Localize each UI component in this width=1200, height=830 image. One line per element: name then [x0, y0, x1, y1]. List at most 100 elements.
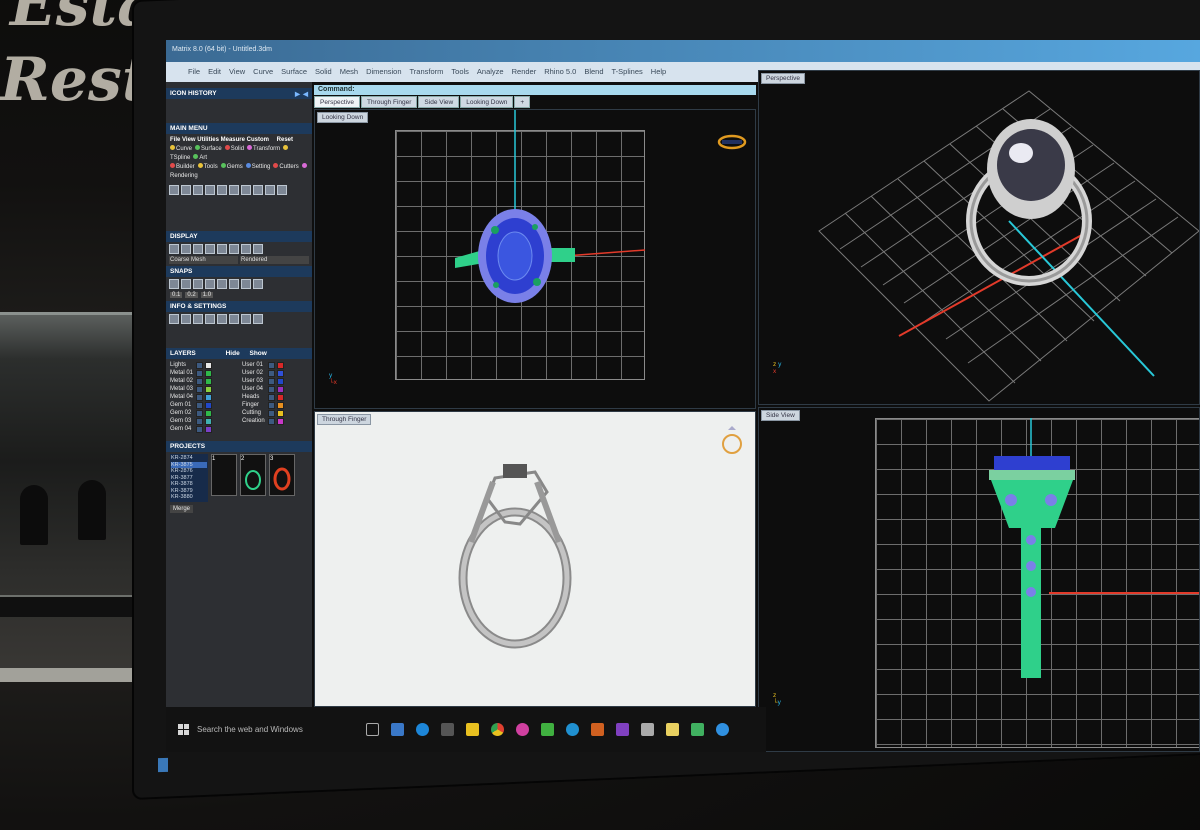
main-menu-item[interactable]: Builder	[170, 163, 195, 170]
layer-color-swatch[interactable]	[277, 385, 284, 393]
matrix-app-icon[interactable]	[391, 723, 404, 736]
main-menu-item[interactable]: Cutters	[273, 163, 299, 170]
viewport-through-finger[interactable]: Through Finger	[314, 411, 756, 707]
layer-row[interactable]: Finger	[242, 401, 308, 409]
tool-icon[interactable]	[277, 185, 287, 195]
tab-side-view[interactable]: Side View	[418, 96, 460, 108]
info-icon[interactable]	[217, 314, 227, 324]
app-icon[interactable]	[691, 723, 704, 736]
snap-icon[interactable]	[181, 279, 191, 289]
hide-button[interactable]: Hide	[226, 350, 240, 357]
layer-color-swatch[interactable]	[205, 425, 212, 433]
menu-transform[interactable]: Transform	[410, 67, 444, 77]
app-icon[interactable]	[716, 723, 729, 736]
viewport-perspective[interactable]: Perspective z y x	[758, 70, 1200, 405]
task-view-icon[interactable]	[366, 723, 379, 736]
layer-color-swatch[interactable]	[277, 409, 284, 417]
add-tab-icon[interactable]: +	[514, 96, 531, 108]
chrome-icon[interactable]	[491, 723, 504, 736]
layer-color-swatch[interactable]	[277, 401, 284, 409]
layer-toggle-icon[interactable]	[268, 417, 275, 425]
layer-row[interactable]: Creation	[242, 417, 308, 425]
store-icon[interactable]	[441, 723, 454, 736]
layer-color-swatch[interactable]	[205, 393, 212, 401]
arrow-left-icon[interactable]: ◀	[303, 90, 308, 98]
viewport-side-view[interactable]: Side View z └y	[758, 407, 1200, 752]
layer-color-swatch[interactable]	[205, 377, 212, 385]
main-menu-item[interactable]: Gems	[220, 163, 243, 170]
render-mode-select[interactable]: Rendered	[240, 256, 309, 264]
viewport-looking-down[interactable]: Looking Down y └x	[314, 109, 756, 409]
info-icon[interactable]	[205, 314, 215, 324]
layer-row[interactable]: Lights	[170, 361, 236, 369]
icon-history-header[interactable]: ICON HISTORY ◀ ▶	[166, 88, 312, 99]
app-icon[interactable]	[541, 723, 554, 736]
mm-file[interactable]: File	[170, 137, 180, 143]
main-menu-item[interactable]: Transform	[247, 145, 280, 152]
tool-icon[interactable]	[193, 185, 203, 195]
menu-render[interactable]: Render	[512, 67, 537, 77]
snap-icon[interactable]	[229, 279, 239, 289]
main-menu-item[interactable]: Setting	[245, 163, 270, 170]
layer-row[interactable]: User 04	[242, 385, 308, 393]
display-icon[interactable]	[205, 244, 215, 254]
windows-start-icon[interactable]	[178, 724, 189, 735]
layer-color-swatch[interactable]	[277, 361, 284, 369]
snap-icon[interactable]	[193, 279, 203, 289]
layer-color-swatch[interactable]	[277, 377, 284, 385]
layer-color-swatch[interactable]	[277, 393, 284, 401]
layer-toggle-icon[interactable]	[268, 361, 275, 369]
layer-row[interactable]: Heads	[242, 393, 308, 401]
tool-icon[interactable]	[253, 185, 263, 195]
layer-color-swatch[interactable]	[205, 409, 212, 417]
display-icon[interactable]	[181, 244, 191, 254]
layer-toggle-icon[interactable]	[196, 393, 203, 401]
main-menu-item[interactable]: Tools	[197, 163, 218, 170]
tab-looking-down[interactable]: Looking Down	[460, 96, 514, 108]
tool-icon[interactable]	[181, 185, 191, 195]
snap-icon[interactable]	[217, 279, 227, 289]
main-menu-item[interactable]: Curve	[170, 145, 192, 152]
display-icon[interactable]	[193, 244, 203, 254]
app-icon[interactable]	[566, 723, 579, 736]
info-icon[interactable]	[169, 314, 179, 324]
layer-color-swatch[interactable]	[277, 417, 284, 425]
tab-through-finger[interactable]: Through Finger	[360, 96, 418, 108]
layer-toggle-icon[interactable]	[268, 401, 275, 409]
layer-row[interactable]: User 02	[242, 369, 308, 377]
menu-help[interactable]: Help	[651, 67, 666, 77]
layer-toggle-icon[interactable]	[268, 385, 275, 393]
snap-value-field[interactable]: 0.1	[170, 292, 183, 298]
layer-row[interactable]: Metal 02	[170, 377, 236, 385]
layer-toggle-icon[interactable]	[268, 377, 275, 385]
taskbar-search[interactable]: Search the web and Windows	[178, 724, 356, 735]
tool-icon[interactable]	[169, 185, 179, 195]
layer-toggle-icon[interactable]	[196, 425, 203, 433]
layer-row[interactable]: Gem 03	[170, 417, 236, 425]
info-icon[interactable]	[193, 314, 203, 324]
menu-rhino[interactable]: Rhino 5.0	[544, 67, 576, 77]
tool-icon[interactable]	[241, 185, 251, 195]
menu-surface[interactable]: Surface	[281, 67, 307, 77]
layer-toggle-icon[interactable]	[196, 417, 203, 425]
calendar-app-icon[interactable]	[591, 723, 604, 736]
app-icon[interactable]	[616, 723, 629, 736]
arrow-right-icon[interactable]: ▶	[295, 90, 300, 98]
layer-row[interactable]: Gem 04	[170, 425, 236, 433]
display-icon[interactable]	[229, 244, 239, 254]
layer-row[interactable]: Gem 01	[170, 401, 236, 409]
menu-view[interactable]: View	[229, 67, 245, 77]
tab-perspective[interactable]: Perspective	[314, 96, 360, 108]
menu-tools[interactable]: Tools	[451, 67, 469, 77]
mm-measure[interactable]: Measure	[221, 137, 245, 143]
snap-icon[interactable]	[253, 279, 263, 289]
mm-custom[interactable]: Custom	[247, 137, 269, 143]
folder-icon[interactable]	[666, 723, 679, 736]
layer-row[interactable]: Metal 04	[170, 393, 236, 401]
info-icon[interactable]	[241, 314, 251, 324]
mm-view[interactable]: View	[182, 137, 196, 143]
layer-row[interactable]: Metal 03	[170, 385, 236, 393]
menu-solid[interactable]: Solid	[315, 67, 332, 77]
layer-toggle-icon[interactable]	[196, 401, 203, 409]
layer-color-swatch[interactable]	[205, 401, 212, 409]
